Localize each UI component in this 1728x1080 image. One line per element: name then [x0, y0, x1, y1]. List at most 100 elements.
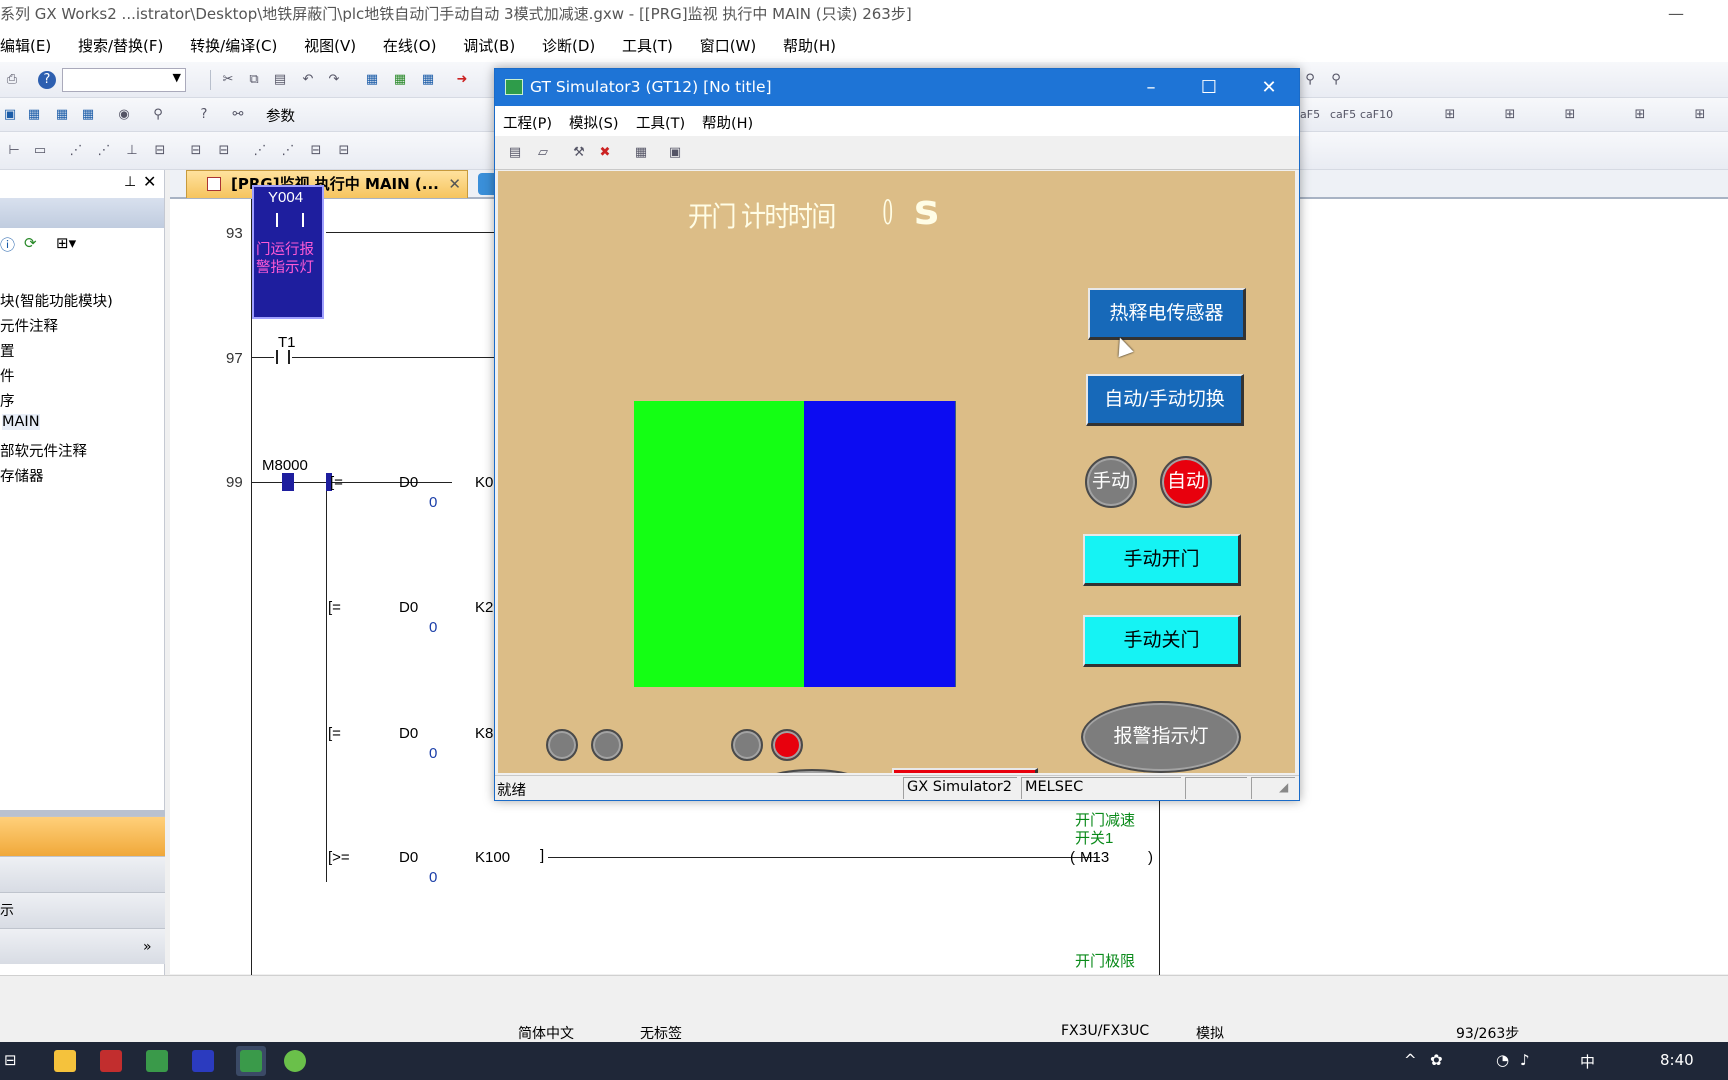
ladder-tool-icon[interactable]: ⚲: [1326, 71, 1346, 89]
close-icon[interactable]: ✕: [1240, 69, 1298, 106]
menu-debug[interactable]: 调试(B): [463, 30, 515, 62]
manual-open-door-button[interactable]: 手动开门: [1083, 534, 1241, 586]
binoculars-icon[interactable]: ⚯: [228, 106, 248, 124]
ladder-contact-icon[interactable]: ⊥: [122, 142, 142, 160]
ladder-tool-icon[interactable]: ⊞: [1690, 106, 1710, 124]
tree-item-program[interactable]: 序: [0, 390, 15, 411]
taskbar-active-bg[interactable]: [236, 1046, 266, 1076]
ladder-contact-icon[interactable]: ⋰: [278, 142, 298, 160]
nav-tab[interactable]: »: [0, 928, 165, 964]
open-folder-icon[interactable]: ▱: [533, 144, 553, 162]
pyroelectric-sensor-button[interactable]: 热释电传感器: [1088, 288, 1246, 340]
ladder-contact-icon[interactable]: ⋰: [66, 142, 86, 160]
device-read-icon[interactable]: ▦: [362, 71, 382, 89]
minimize-icon[interactable]: –: [1122, 69, 1180, 106]
menu-convert-compile[interactable]: 转换/编译(C): [190, 30, 277, 62]
selected-cell[interactable]: Y004 门运行报 警指示灯: [252, 185, 324, 319]
info-icon[interactable]: ⓘ: [0, 234, 15, 255]
app-blue-icon[interactable]: [192, 1050, 214, 1072]
menu-project[interactable]: 工程(P): [503, 112, 552, 133]
tree-item-local-device-comment[interactable]: 部软元件注释: [0, 440, 87, 461]
menu-tools[interactable]: 工具(T): [622, 30, 673, 62]
ladder-tool-icon[interactable]: ⊞: [1500, 106, 1520, 124]
menu-help[interactable]: 帮助(H): [702, 112, 753, 133]
open-project-icon[interactable]: ▤: [505, 144, 525, 162]
nav-tab-active[interactable]: [0, 816, 165, 856]
device-icon[interactable]: ▦: [52, 106, 72, 124]
ladder-contact-icon[interactable]: ⊟: [334, 142, 354, 160]
app-green-icon[interactable]: [146, 1050, 168, 1072]
device-icon[interactable]: ▦: [24, 106, 44, 124]
ladder-contact-icon[interactable]: ⊟: [306, 142, 326, 160]
ladder-f-icon[interactable]: aF5: [1300, 106, 1320, 124]
search-icon[interactable]: ⚲: [148, 106, 168, 124]
undo-icon[interactable]: ↶: [298, 71, 318, 89]
tree-item-main[interactable]: MAIN: [2, 414, 40, 430]
tree-item-device-comment[interactable]: 元件注释: [0, 315, 58, 336]
ladder-contact-icon[interactable]: ⊢: [4, 142, 24, 160]
menu-tools[interactable]: 工具(T): [636, 112, 685, 133]
chevron-double-right-icon[interactable]: »: [143, 929, 152, 965]
auto-manual-switch-button[interactable]: 自动/手动切换: [1086, 374, 1244, 426]
paste-icon[interactable]: ▤: [270, 71, 290, 89]
menu-simulate[interactable]: 模拟(S): [569, 112, 619, 133]
menu-help[interactable]: 帮助(H): [783, 30, 836, 62]
device-monitor-icon[interactable]: ▦: [631, 144, 651, 162]
contact-on-state[interactable]: [282, 473, 294, 491]
tab-prg-main[interactable]: [PRG]监视 执行中 MAIN (... ✕: [186, 170, 468, 198]
chevron-up-icon[interactable]: ^: [1404, 1051, 1417, 1069]
ladder-tool-icon[interactable]: ⚲: [1300, 71, 1320, 89]
copy-icon[interactable]: ⧉: [244, 71, 264, 89]
device-verify-icon[interactable]: ▦: [418, 71, 438, 89]
project-icon[interactable]: ▣: [0, 106, 20, 124]
device-write-icon[interactable]: ▦: [390, 71, 410, 89]
ladder-f-icon[interactable]: caF10: [1360, 106, 1393, 124]
menu-diagnostics[interactable]: 诊断(D): [542, 30, 595, 62]
ime-indicator[interactable]: 中: [1580, 1051, 1595, 1072]
tree-item-memory[interactable]: 存储器: [0, 465, 44, 486]
properties-icon[interactable]: ▣: [665, 144, 685, 162]
ladder-tool-icon[interactable]: ⊞: [1440, 106, 1460, 124]
coil-device[interactable]: M13: [1080, 849, 1109, 866]
tree-item-intelligent-module[interactable]: 块(智能功能模块): [0, 290, 113, 311]
contact-symbol[interactable]: [276, 350, 290, 364]
ladder-contact-icon[interactable]: ⊟: [150, 142, 170, 160]
start-simulation-icon[interactable]: ⚒: [569, 144, 589, 162]
device-icon[interactable]: ▦: [78, 106, 98, 124]
pin-icon[interactable]: ⊥: [124, 174, 136, 190]
ladder-tool-icon[interactable]: ⊞: [1630, 106, 1650, 124]
maximize-icon[interactable]: ☐: [1180, 69, 1238, 106]
menu-edit[interactable]: 编辑(E): [0, 30, 51, 62]
menu-online[interactable]: 在线(O): [383, 30, 437, 62]
menu-search-replace[interactable]: 搜索/替换(F): [78, 30, 163, 62]
ladder-contact-icon[interactable]: ⋰: [94, 142, 114, 160]
ladder-contact-icon[interactable]: ⋰: [250, 142, 270, 160]
close-tab-icon[interactable]: ✕: [448, 171, 461, 198]
manual-close-door-button[interactable]: 手动关门: [1083, 615, 1241, 667]
print-icon[interactable]: ⎙: [2, 71, 22, 89]
tree-options-icon[interactable]: ⊞▾: [56, 234, 76, 252]
redo-icon[interactable]: ↷: [324, 71, 344, 89]
volume-icon[interactable]: ♪: [1520, 1051, 1530, 1069]
ladder-contact-icon[interactable]: ⊟: [214, 142, 234, 160]
ladder-f-icon[interactable]: caF5: [1330, 106, 1356, 124]
clock[interactable]: 8:40: [1660, 1051, 1694, 1069]
ladder-tool-icon[interactable]: ⊞: [1560, 106, 1580, 124]
nav-tab[interactable]: 示: [0, 892, 165, 928]
monitor-icon[interactable]: ◉: [114, 106, 134, 124]
menu-window[interactable]: 窗口(W): [700, 30, 757, 62]
minimize-icon[interactable]: —: [1668, 0, 1684, 28]
resize-grip-icon[interactable]: ◢: [1279, 780, 1288, 794]
tree-item-file[interactable]: 件: [0, 365, 15, 386]
app-red-icon[interactable]: [100, 1050, 122, 1072]
tray-icon[interactable]: ✿: [1430, 1051, 1443, 1069]
close-icon[interactable]: ✕: [143, 172, 156, 191]
task-view-icon[interactable]: ⊟: [4, 1051, 17, 1069]
network-icon[interactable]: ◔: [1496, 1051, 1509, 1069]
file-explorer-icon[interactable]: [54, 1050, 76, 1072]
browser-icon[interactable]: [284, 1050, 306, 1072]
stop-simulation-icon[interactable]: ✖: [595, 144, 615, 162]
cut-icon[interactable]: ✂: [218, 71, 238, 89]
tree-item-settings[interactable]: 置: [0, 340, 15, 361]
emergency-stop-button[interactable]: 急停: [892, 768, 1038, 773]
